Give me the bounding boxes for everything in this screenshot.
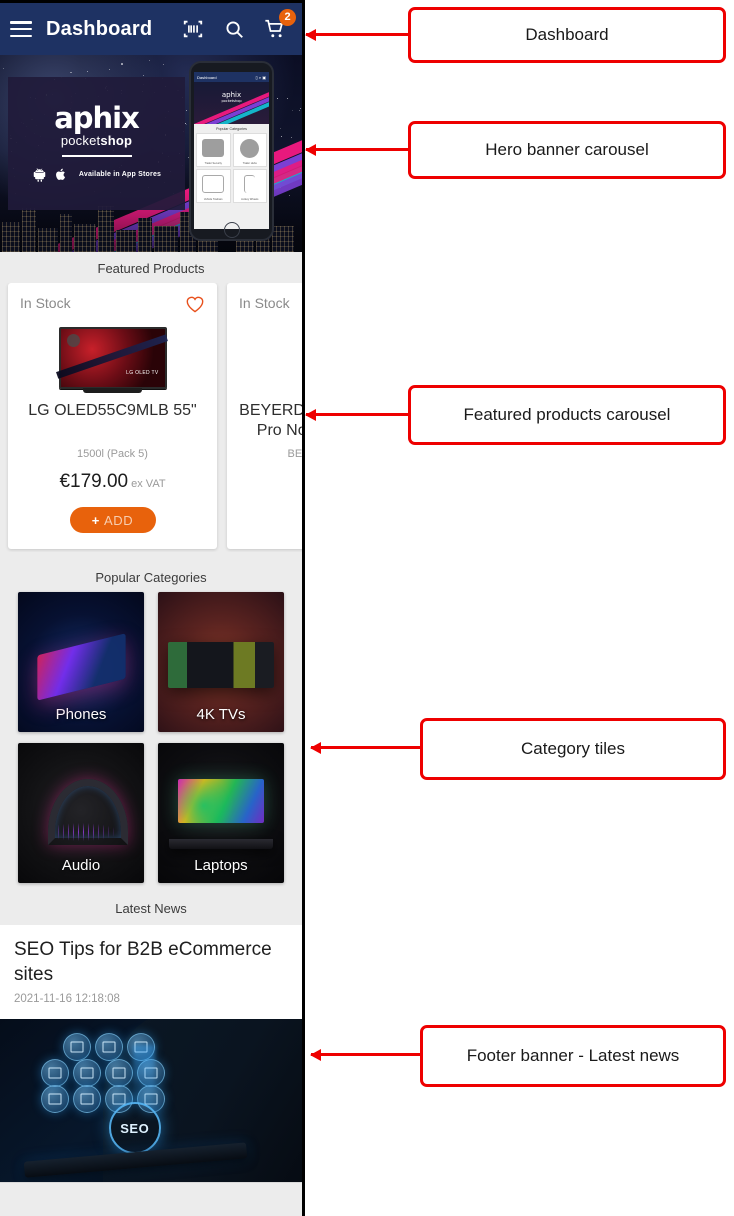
product-variant: 1500l (Pack 5) (77, 448, 148, 460)
product-price: € (239, 471, 302, 493)
news-article-title: SEO Tips for B2B eCommerce sites (14, 939, 272, 986)
store-availability-text: Available in App Stores (78, 171, 162, 179)
product-variant: BEYERDYNAMIC (287, 448, 302, 460)
latest-news-section: Latest News SEO Tips for B2B eCommerce s… (0, 893, 302, 1208)
category-tiles-grid: Phones 4K TVs Audio Laptops (18, 592, 284, 883)
android-icon (33, 168, 46, 182)
news-article-item[interactable]: SEO Tips for B2B eCommerce sites 2021-11… (0, 925, 302, 1020)
heart-outline-icon[interactable] (185, 295, 205, 313)
search-icon[interactable] (223, 18, 245, 40)
category-tile-label: Audio (61, 857, 101, 874)
mock-category-tile: Jockey Wheels (232, 169, 267, 203)
mock-appbar-icons: ▯ ⌕ ▣ (255, 74, 266, 80)
annotation-callout-footer-banner: Footer banner - Latest news (420, 1025, 726, 1087)
header-actions: 2 (182, 9, 296, 40)
hero-brand-card: aphix pocketshop Available in App Stores (8, 77, 185, 210)
plus-icon: + (91, 512, 100, 528)
annotation-label: Featured products carousel (463, 405, 671, 424)
category-tile-label: 4K TVs (196, 706, 246, 723)
hamburger-menu-icon[interactable] (10, 21, 32, 37)
product-image (239, 327, 302, 389)
annotation-label: Dashboard (525, 25, 609, 44)
mock-brand-sub: pocketshop (221, 99, 242, 103)
news-article-date: 2021-11-16 12:18:08 (14, 993, 120, 1006)
add-to-cart-button[interactable]: + ADD (69, 507, 156, 533)
add-button-label: ADD (103, 512, 134, 528)
mock-hero-banner: aphix pocketshop (194, 82, 269, 124)
product-name: BEYERDYNAMIC DT 770 Pro Noise Cancelling (239, 402, 302, 439)
mock-category-tile: Vehicle Towbars (196, 169, 231, 203)
news-banner-icon-cluster (33, 1033, 196, 1114)
annotation-label: Hero banner carousel (485, 140, 649, 159)
hero-phone-mockup: Dashboard ▯ ⌕ ▣ aphix pocketshop Popular… (189, 61, 274, 241)
seo-circle-badge: SEO (108, 1102, 161, 1155)
app-screen: Dashboard 2 aphix pocketshop Available i… (0, 0, 305, 1216)
annotation-label: Footer banner - Latest news (466, 1046, 680, 1065)
mock-tile-label: Vehicle Towbars (203, 198, 223, 201)
popular-categories-section: Popular Categories Phones 4K TVs Audio L… (0, 561, 302, 893)
lg-oled-tv-image: LG OLED TV (20, 327, 205, 393)
mock-home-button (223, 222, 240, 238)
product-card[interactable]: In Stock BEYERDYNAMIC DT 770 Pro Noise C… (227, 283, 302, 549)
price-vat-note: ex VAT (131, 478, 166, 490)
latest-news-title: Latest News (0, 893, 302, 925)
category-tile-4k-tvs[interactable]: 4K TVs (158, 592, 284, 732)
popular-categories-title: Popular Categories (0, 561, 302, 592)
hero-banner-carousel[interactable]: aphix pocketshop Available in App Stores… (0, 55, 302, 252)
mock-tile-label: Trailer Hubs (242, 162, 257, 165)
category-tile-laptops[interactable]: Laptops (158, 743, 284, 883)
news-banner-image[interactable]: SEO (0, 1019, 302, 1183)
annotation-arrow-featured-products (306, 413, 410, 416)
aphix-logo-subtitle: pocketshop (60, 132, 133, 148)
annotation-callout-category-tiles: Category tiles (420, 718, 726, 780)
mock-brand: aphix pocketshop (194, 91, 269, 103)
mock-tile-label: Trailer Security (204, 162, 222, 165)
mock-appbar: Dashboard ▯ ⌕ ▣ (194, 72, 269, 82)
category-tile-phones[interactable]: Phones (18, 592, 144, 732)
logo-divider (61, 155, 132, 158)
annotation-arrow-footer-banner (311, 1053, 421, 1056)
apple-icon (55, 168, 65, 181)
price-value: €179.00 (59, 471, 129, 492)
barcode-scanner-icon[interactable] (182, 18, 204, 40)
mock-categories: Popular Categories Trailer Security Trai… (194, 124, 269, 205)
product-price: €179.00 ex VAT (20, 471, 205, 493)
mock-appbar-title: Dashboard (197, 74, 217, 80)
mock-category-tile: Trailer Security (196, 133, 231, 167)
mock-tile-label: Jockey Wheels (241, 198, 259, 201)
featured-products-title: Featured Products (0, 252, 302, 283)
annotation-callout-hero-banner: Hero banner carousel (408, 121, 726, 179)
stock-status: In Stock (239, 295, 290, 311)
page-title: Dashboard (46, 17, 153, 40)
news-banner-light-beam (132, 1045, 155, 1110)
mock-categories-title: Popular Categories (216, 127, 247, 131)
annotation-callout-dashboard: Dashboard (408, 7, 726, 63)
page-bottom-strip (0, 1182, 302, 1208)
category-tile-audio[interactable]: Audio (18, 743, 144, 883)
product-name: LG OLED55C9MLB 55" (28, 402, 197, 419)
annotation-arrow-hero-banner (306, 148, 410, 151)
stock-status: In Stock (20, 295, 71, 311)
mock-category-tile: Trailer Hubs (232, 133, 267, 167)
app-header-bar: Dashboard 2 (0, 3, 302, 55)
annotation-arrow-dashboard (306, 33, 410, 36)
annotation-arrow-category-tiles (311, 746, 421, 749)
cart-count-badge: 2 (279, 9, 296, 26)
product-card[interactable]: In Stock LG OLED TV LG OLED55C9MLB 55" 1… (8, 283, 217, 549)
category-tile-label: Laptops (194, 857, 248, 874)
logo-sub-bold: shop (100, 132, 133, 148)
annotation-label: Category tiles (521, 739, 625, 758)
annotation-callout-featured-products: Featured products carousel (408, 385, 726, 445)
category-tile-label: Phones (55, 706, 107, 723)
app-store-badges: Available in App Stores (32, 166, 161, 183)
featured-products-section: Featured Products In Stock LG OLED TV LG… (0, 252, 302, 561)
featured-products-carousel[interactable]: In Stock LG OLED TV LG OLED55C9MLB 55" 1… (0, 283, 302, 552)
shopping-cart-icon[interactable]: 2 (264, 9, 296, 40)
logo-sub-light: pocket (60, 132, 101, 148)
seo-label: SEO (120, 1120, 150, 1136)
aphix-logo: aphix (54, 100, 140, 135)
